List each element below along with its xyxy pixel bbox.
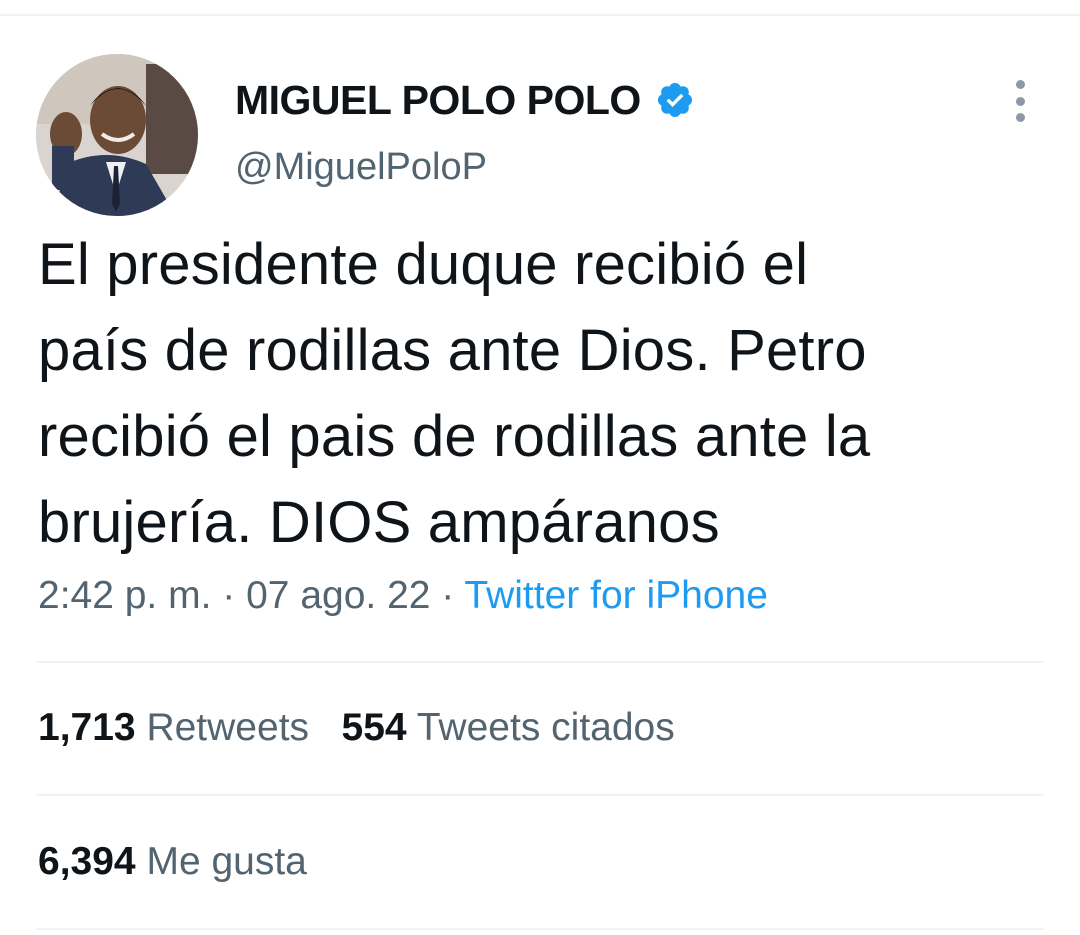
tweet-text-line: brujería. DIOS ampáranos [38, 490, 720, 555]
likes-label: Me gusta [146, 840, 307, 883]
author-name-row: MIGUEL POLO POLO [235, 74, 695, 126]
avatar[interactable] [36, 54, 198, 216]
verified-badge-icon [655, 80, 695, 120]
quotes-stat[interactable]: 554 Tweets citados [342, 706, 675, 749]
meta-separator: · [430, 574, 465, 617]
tweet-source-link[interactable]: Twitter for iPhone [464, 574, 767, 617]
quotes-count: 554 [341, 706, 407, 749]
meta-separator: · [211, 574, 247, 617]
retweets-stat[interactable]: 1,713 Retweets [38, 706, 309, 749]
more-vertical-icon[interactable] [1008, 80, 1032, 122]
retweets-label: Retweets [146, 706, 310, 749]
author-handle[interactable]: @MiguelPoloP [235, 146, 487, 189]
likes-stat[interactable]: 6,394 Me gusta [38, 840, 307, 883]
tweet-text: El presidente duque recibió el país de r… [38, 222, 1048, 566]
retweet-stats-row: 1,713 Retweets 554 Tweets citados [38, 706, 675, 750]
likes-stats-row: 6,394 Me gusta [38, 840, 307, 884]
divider [36, 928, 1044, 930]
divider [36, 661, 1044, 663]
divider [36, 794, 1044, 796]
tweet-date[interactable]: 07 ago. 22 [246, 574, 430, 617]
retweets-count: 1,713 [38, 706, 136, 749]
quotes-label: Tweets citados [416, 706, 675, 749]
avatar-photo [36, 54, 198, 216]
tweet-meta: 2:42 p. m. · 07 ago. 22 · Twitter for iP… [38, 574, 768, 618]
tweet-text-line: país de rodillas ante Dios. Petro [38, 318, 867, 383]
tweet-text-line: El presidente duque recibió el [38, 232, 809, 297]
tweet-time[interactable]: 2:42 p. m. [38, 574, 211, 617]
likes-count: 6,394 [38, 840, 136, 883]
tweet-text-line: recibió el pais de rodillas ante la [38, 404, 871, 469]
author-display-name[interactable]: MIGUEL POLO POLO [235, 77, 641, 124]
top-divider [0, 14, 1080, 16]
